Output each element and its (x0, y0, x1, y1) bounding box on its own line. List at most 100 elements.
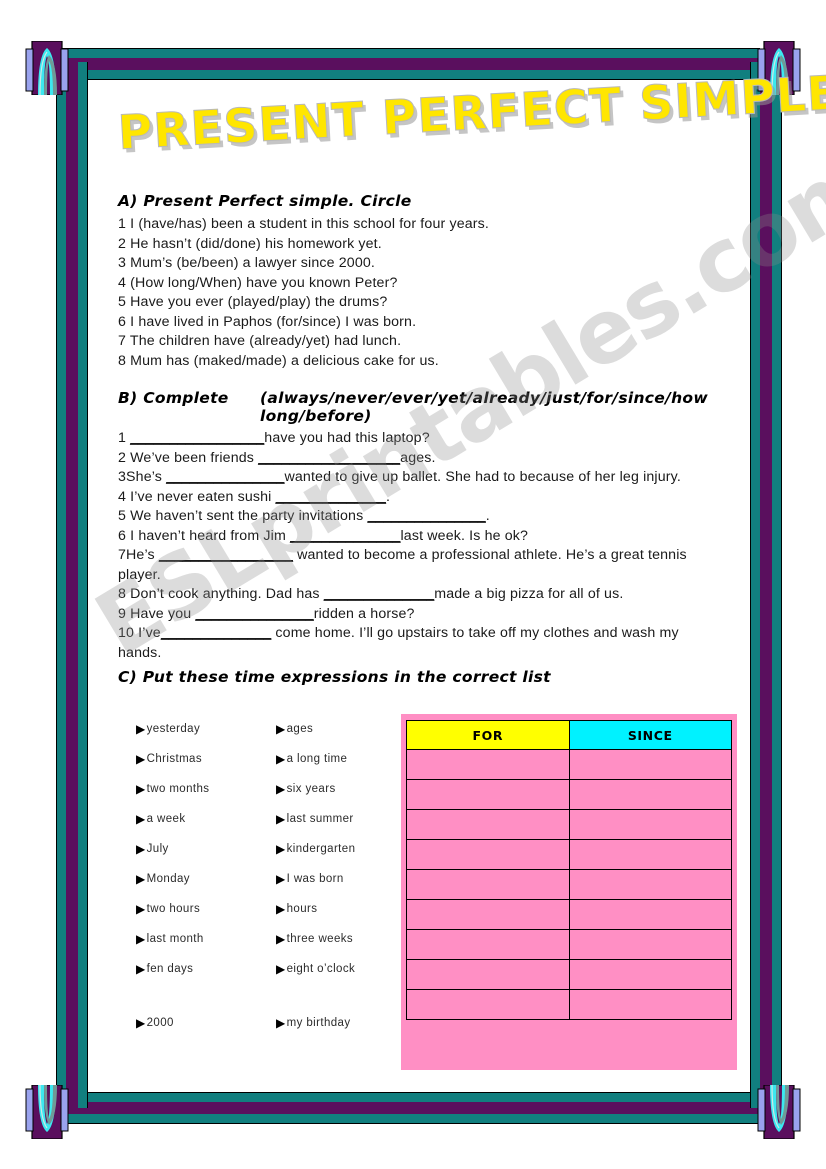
triangle-bullet-icon: ▶ (136, 722, 146, 736)
cell-for[interactable] (406, 899, 570, 930)
triangle-bullet-icon: ▶ (136, 782, 146, 796)
answer-blank[interactable]: _________________ (130, 430, 264, 446)
expression-item[interactable]: ▶Christmas (136, 752, 209, 782)
triangle-bullet-icon: ▶ (276, 812, 286, 826)
section-b-item: 3She’s _______________wanted to give up … (118, 468, 708, 488)
cell-since[interactable] (568, 749, 732, 780)
expression-item[interactable]: ▶hours (276, 902, 355, 932)
triangle-bullet-icon: ▶ (136, 812, 146, 826)
item-post: . (485, 508, 490, 524)
expression-item[interactable]: ▶two months (136, 782, 209, 812)
cell-since[interactable] (568, 839, 732, 870)
section-a-item: 2 He hasn’t (did/done) his homework yet. (118, 235, 382, 252)
triangle-bullet-icon: ▶ (276, 782, 286, 796)
expression-item[interactable]: ▶Monday (136, 872, 209, 902)
expression-item[interactable]: ▶last summer (276, 812, 355, 842)
section-b-item: 10 I’ve______________ come home. I’ll go… (118, 624, 708, 663)
triangle-bullet-icon: ▶ (276, 1016, 286, 1030)
triangle-bullet-icon: ▶ (276, 752, 286, 766)
expression-label: kindergarten (286, 843, 356, 855)
for-since-table-panel: FOR SINCE (401, 714, 737, 1070)
cell-for[interactable] (406, 749, 570, 780)
answer-blank[interactable]: _______________ (166, 469, 284, 485)
cell-for[interactable] (406, 839, 570, 870)
column-header-for: FOR (406, 720, 570, 750)
triangle-bullet-icon: ▶ (276, 932, 286, 946)
item-pre: 1 (118, 430, 131, 446)
expression-item[interactable]: ▶six years (276, 782, 355, 812)
section-a-item: 5 Have you ever (played/play) the drums? (118, 294, 388, 310)
cell-for[interactable] (406, 869, 570, 900)
table-row (406, 869, 732, 900)
cell-for[interactable] (406, 959, 570, 990)
expression-item[interactable]: ▶eight o’clock (276, 962, 355, 992)
expression-item[interactable]: ▶2000 (136, 1016, 209, 1046)
item-pre: 4 I’ve never eaten sushi (118, 488, 276, 505)
triangle-bullet-icon: ▶ (136, 902, 146, 916)
item-pre: 8 Don’t cook anything. Dad has (118, 586, 324, 602)
answer-blank[interactable]: __________________ (258, 450, 400, 466)
expression-item[interactable]: ▶kindergarten (276, 842, 355, 872)
expression-label: my birthday (286, 1017, 351, 1029)
expression-item[interactable]: ▶three weeks (276, 932, 355, 962)
expression-label: I was born (286, 873, 344, 885)
item-post: last week. Is he ok? (400, 527, 529, 544)
cell-since[interactable] (568, 779, 732, 810)
answer-blank[interactable]: ______________ (276, 489, 386, 505)
answer-blank[interactable]: ______________ (161, 625, 271, 641)
item-post: wanted to give up ballet. She had to bec… (284, 469, 681, 485)
expression-item[interactable]: ▶my birthday (276, 1016, 355, 1046)
table-row (406, 839, 732, 870)
expression-label: last summer (286, 813, 354, 825)
expression-label: ages (286, 723, 314, 735)
expression-label: three weeks (286, 933, 354, 945)
expression-label: 2000 (146, 1017, 174, 1029)
triangle-bullet-icon: ▶ (136, 872, 146, 886)
cell-since[interactable] (568, 869, 732, 900)
expression-item[interactable]: ▶July (136, 842, 209, 872)
expression-item[interactable]: ▶a week (136, 812, 209, 842)
cell-for[interactable] (406, 989, 570, 1020)
table-row (406, 929, 732, 960)
section-a-item: 6 I have lived in Paphos (for/since) I w… (118, 313, 417, 330)
for-since-table: FOR SINCE (406, 720, 732, 1020)
section-a-item: 3 Mum’s (be/been) a lawyer since 2000. (118, 255, 376, 271)
expression-item[interactable]: ▶yesterday (136, 722, 209, 752)
section-b-item: 7He’s _________________ wanted to become… (118, 546, 708, 585)
expression-item[interactable]: ▶last month (136, 932, 209, 962)
cell-since[interactable] (568, 959, 732, 990)
cell-since[interactable] (568, 899, 732, 930)
cell-for[interactable] (406, 929, 570, 960)
item-pre: 5 We haven’t sent the party invitations (118, 508, 368, 524)
answer-blank[interactable]: _______________ (195, 606, 313, 622)
expression-item[interactable]: ▶a long time (276, 752, 355, 782)
cell-for[interactable] (406, 779, 570, 810)
section-c: C) Put these time expressions in the cor… (118, 668, 758, 686)
cell-since[interactable] (568, 809, 732, 840)
triangle-bullet-icon: ▶ (136, 842, 146, 856)
expression-item[interactable]: ▶ages (276, 722, 355, 752)
item-pre: 7He’s (118, 547, 159, 563)
expression-item[interactable]: ▶two hours (136, 902, 209, 932)
expression-label: a week (146, 813, 186, 825)
expression-item[interactable]: ▶I was born (276, 872, 355, 902)
answer-blank[interactable]: _______________ (367, 508, 485, 524)
cell-since[interactable] (568, 989, 732, 1020)
answer-blank[interactable]: ______________ (290, 528, 400, 544)
table-row (406, 899, 732, 930)
item-pre: 3She’s (118, 469, 167, 485)
section-a-item: 1 I (have/has) been a student in this sc… (118, 216, 489, 232)
triangle-bullet-icon: ▶ (276, 902, 286, 916)
expression-label: last month (146, 933, 204, 945)
cell-since[interactable] (568, 929, 732, 960)
table-row (406, 749, 732, 780)
expression-item[interactable]: ▶fen days (136, 962, 209, 992)
expression-label: Christmas (146, 753, 202, 765)
expression-label: a long time (286, 753, 348, 765)
triangle-bullet-icon: ▶ (136, 962, 146, 976)
answer-blank[interactable]: _________________ (159, 547, 293, 563)
triangle-bullet-icon: ▶ (276, 722, 286, 736)
cell-for[interactable] (406, 809, 570, 840)
answer-blank[interactable]: ______________ (324, 586, 434, 602)
table-row (406, 809, 732, 840)
